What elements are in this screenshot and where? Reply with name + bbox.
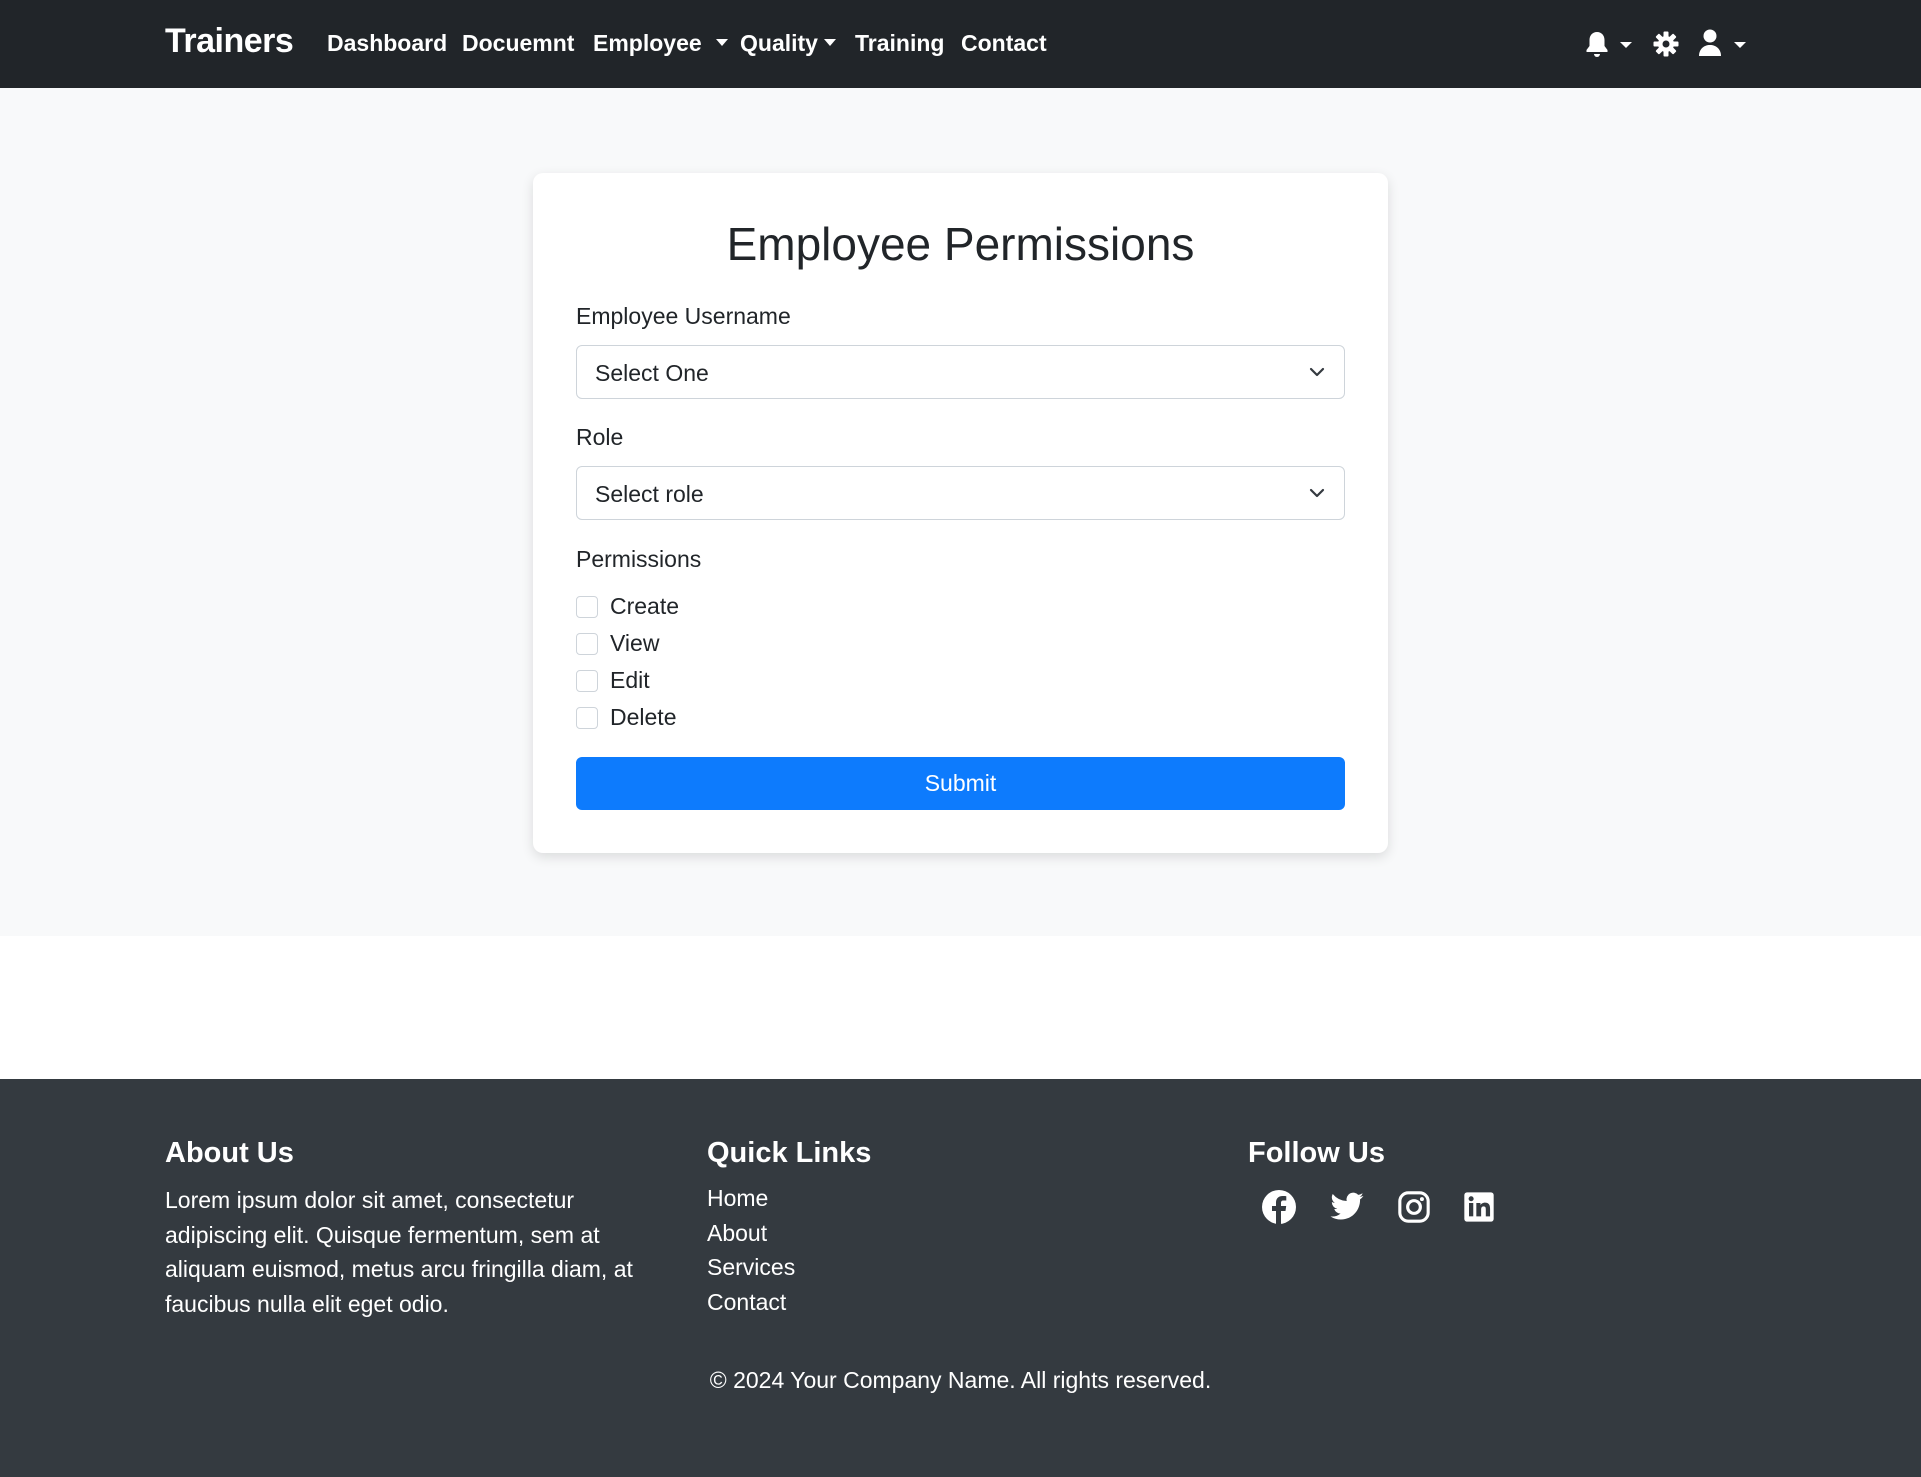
main-content: Employee Permissions Employee Username S… [0, 88, 1921, 936]
edit-checkbox[interactable] [576, 670, 598, 692]
nav-dashboard[interactable]: Dashboard [327, 30, 447, 57]
footer-link-services[interactable]: Services [707, 1254, 795, 1281]
nav-contact[interactable]: Contact [961, 30, 1047, 57]
instagram-link[interactable] [1397, 1189, 1431, 1230]
gear-icon [1653, 31, 1679, 57]
about-heading: About Us [165, 1137, 294, 1169]
edit-checkbox-label[interactable]: Edit [610, 667, 650, 694]
nav-quality-label: Quality [740, 30, 818, 56]
username-select-value: Select One [595, 360, 709, 386]
role-label: Role [576, 424, 624, 450]
permissions-card: Employee Permissions Employee Username S… [533, 173, 1388, 853]
page-title: Employee Permissions [726, 218, 1195, 270]
footer-link-contact[interactable]: Contact [707, 1289, 786, 1316]
about-text: Lorem ipsum dolor sit amet, consectetur … [165, 1187, 633, 1317]
username-select[interactable]: Select One [576, 345, 1345, 399]
page-footer: About Us Lorem ipsum dolor sit amet, con… [0, 1079, 1921, 1477]
instagram-icon [1398, 1191, 1430, 1223]
nav-employee-dropdown[interactable]: Employee [593, 30, 728, 57]
create-checkbox-label[interactable]: Create [610, 593, 679, 620]
nav-quality-dropdown[interactable]: Quality [740, 30, 836, 57]
view-checkbox[interactable] [576, 633, 598, 655]
facebook-icon [1262, 1190, 1296, 1224]
username-label: Employee Username [576, 303, 791, 329]
chevron-down-icon [1309, 367, 1325, 377]
nav-document[interactable]: Docuemnt [462, 30, 574, 57]
nav-employee-label: Employee [593, 30, 702, 56]
delete-checkbox-label[interactable]: Delete [610, 704, 676, 731]
user-menu-dropdown[interactable] [1697, 28, 1747, 65]
facebook-link[interactable] [1261, 1189, 1297, 1230]
follow-us-heading: Follow Us [1248, 1137, 1385, 1169]
linkedin-icon [1464, 1192, 1494, 1222]
caret-down-icon [715, 39, 728, 47]
quick-links-heading: Quick Links [707, 1137, 872, 1169]
nav-training[interactable]: Training [855, 30, 944, 57]
delete-checkbox[interactable] [576, 707, 598, 729]
role-select-value: Select role [595, 481, 704, 507]
settings-button[interactable] [1653, 28, 1679, 65]
notifications-dropdown[interactable] [1584, 28, 1632, 65]
top-navbar: Trainers Dashboard Docuemnt Employee Qua… [0, 0, 1921, 88]
submit-button[interactable]: Submit [576, 757, 1345, 810]
bell-icon [1586, 32, 1632, 57]
user-icon [1699, 29, 1746, 56]
linkedin-link[interactable] [1463, 1189, 1495, 1230]
view-checkbox-label[interactable]: View [610, 630, 659, 657]
footer-link-about[interactable]: About [707, 1220, 767, 1247]
role-select[interactable]: Select role [576, 466, 1345, 520]
copyright-text: © 2024 Your Company Name. All rights res… [709, 1367, 1212, 1393]
create-checkbox[interactable] [576, 596, 598, 618]
brand-logo[interactable]: Trainers [165, 22, 294, 61]
twitter-link[interactable] [1329, 1189, 1365, 1230]
twitter-icon [1330, 1192, 1364, 1220]
permissions-label: Permissions [576, 546, 702, 572]
caret-down-icon [823, 39, 836, 47]
footer-link-home[interactable]: Home [707, 1185, 768, 1212]
chevron-down-icon [1309, 488, 1325, 498]
